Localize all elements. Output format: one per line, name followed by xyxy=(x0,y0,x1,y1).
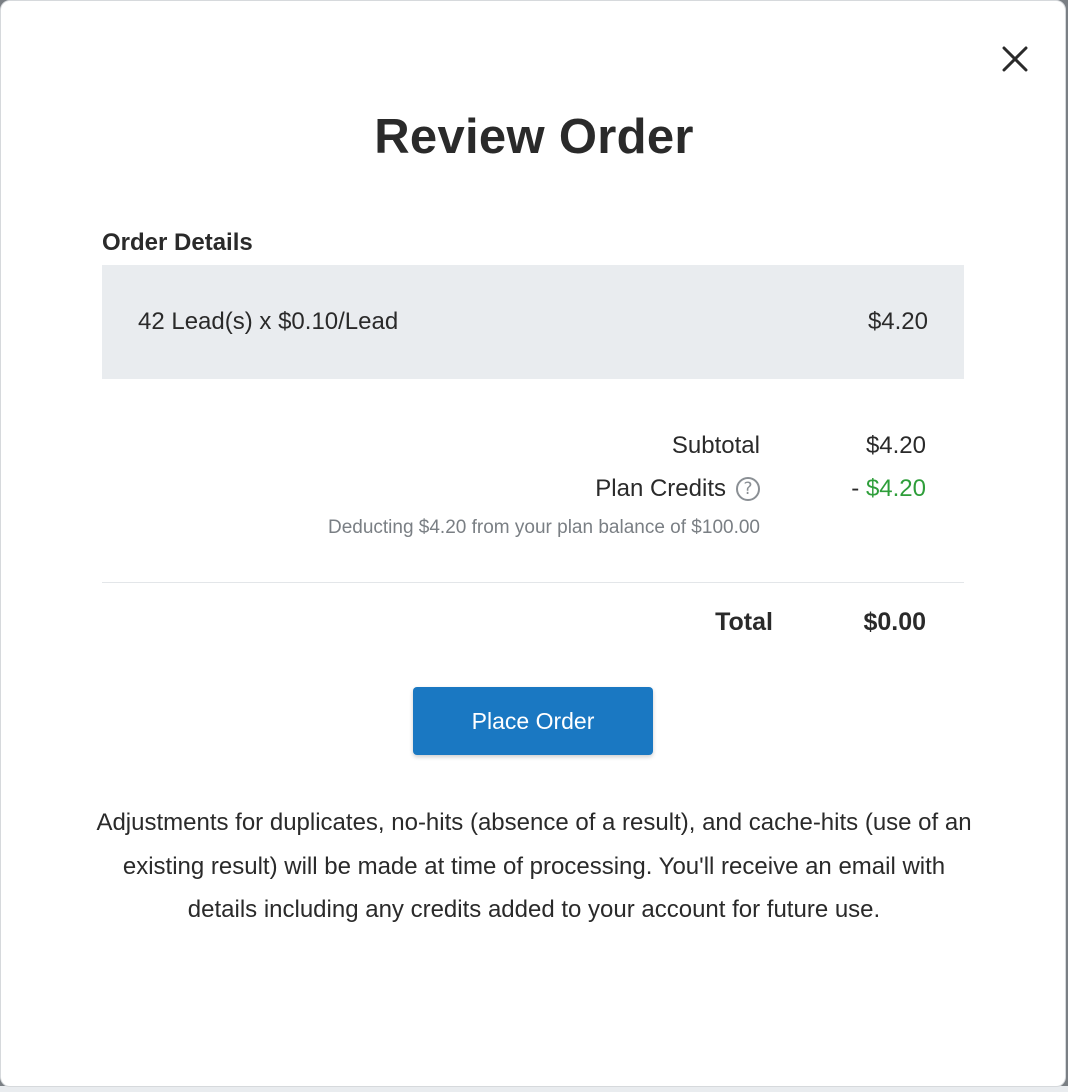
line-item-description: 42 Lead(s) x $0.10/Lead xyxy=(138,308,399,335)
order-details-label: Order Details xyxy=(102,229,253,256)
total-value: $0.00 xyxy=(863,608,926,636)
review-order-modal: Review Order Order Details 42 Lead(s) x … xyxy=(0,0,1066,1087)
close-button[interactable] xyxy=(995,39,1035,79)
plan-credits-row-label: Plan Credits ? xyxy=(595,475,760,503)
processing-footnote: Adjustments for duplicates, no-hits (abs… xyxy=(96,809,972,923)
place-order-button[interactable]: Place Order xyxy=(413,687,653,755)
summary-divider xyxy=(102,582,964,583)
subtotal-value: $4.20 xyxy=(865,432,926,459)
subtotal-label: Subtotal xyxy=(671,432,760,459)
close-icon xyxy=(1002,46,1028,72)
plan-credits-amount: $4.20 xyxy=(865,475,926,502)
plan-credits-prefix: - xyxy=(851,475,866,502)
order-line-item: 42 Lead(s) x $0.10/Lead $4.20 xyxy=(102,265,964,379)
modal-title: Review Order xyxy=(374,110,694,164)
total-label: Total xyxy=(715,608,773,636)
plan-credits-value: - $4.20 xyxy=(851,475,926,503)
question-circle-icon[interactable]: ? xyxy=(736,477,760,501)
deduction-note: Deducting $4.20 from your plan balance o… xyxy=(327,517,760,538)
plan-credits-label: Plan Credits xyxy=(595,475,726,502)
line-item-amount: $4.20 xyxy=(867,308,928,335)
